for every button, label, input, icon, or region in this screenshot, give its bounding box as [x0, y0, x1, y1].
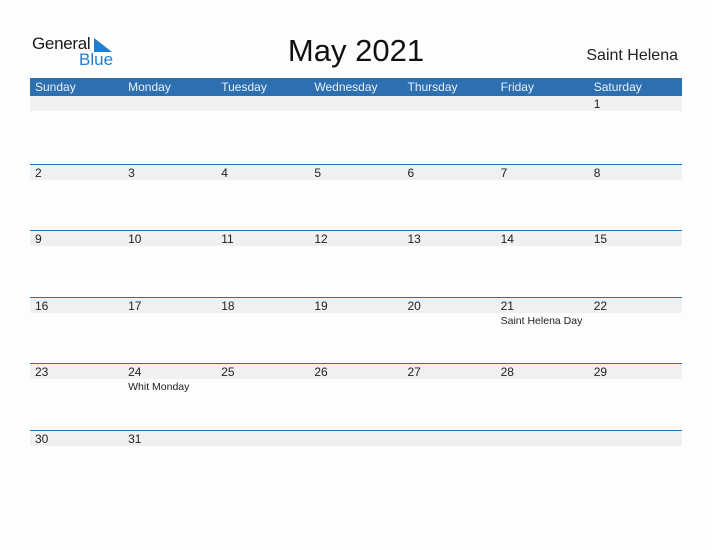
day-number: 22: [593, 299, 608, 313]
day-cell: 21 Saint Helena Day: [496, 298, 589, 365]
day-cell: 28: [496, 364, 589, 431]
day-cell: 10: [123, 231, 216, 298]
week-row: 2 3 4 5 6 7 8: [30, 164, 682, 232]
day-number: 18: [221, 299, 235, 313]
day-number: 12: [314, 232, 328, 246]
day-cell: 5: [309, 165, 402, 232]
day-number: 30: [35, 432, 49, 446]
day-number: 24: [128, 365, 142, 379]
day-cell: 12: [309, 231, 402, 298]
week-row: 16 17 18 19 20 21 Saint Helena Day 22: [30, 297, 682, 365]
day-number: 3: [128, 166, 135, 180]
day-number: 13: [407, 232, 421, 246]
day-cell: [309, 431, 402, 498]
day-cell: 26: [309, 364, 402, 431]
weekday-tuesday: Tuesday: [221, 80, 267, 94]
day-cell: [403, 431, 496, 498]
day-cell: [30, 96, 123, 163]
day-number: 5: [314, 166, 322, 180]
day-cell: 2: [30, 165, 123, 232]
week-cells: 30 31: [30, 431, 682, 498]
day-cell: 11: [216, 231, 309, 298]
day-cell: 20: [403, 298, 496, 365]
day-number: 16: [35, 299, 49, 313]
day-number: 31: [128, 432, 142, 446]
day-cell: 9: [30, 231, 123, 298]
day-number: 28: [500, 365, 514, 379]
day-cell: 16: [30, 298, 123, 365]
week-cells: 23 24 Whit Monday 25 26 27 28 29: [30, 364, 682, 431]
week-cells: 1: [30, 96, 682, 163]
weekday-friday: Friday: [500, 80, 534, 94]
day-number: 1: [593, 97, 601, 111]
day-number: 25: [221, 365, 235, 379]
day-number: 17: [128, 299, 142, 313]
weekday-monday: Monday: [128, 80, 171, 94]
day-cell: 23: [30, 364, 123, 431]
day-cell: 7: [496, 165, 589, 232]
day-number: 19: [314, 299, 328, 313]
day-number: 4: [221, 166, 228, 180]
day-cell: [309, 96, 402, 163]
holiday-label: Saint Helena Day: [500, 315, 583, 327]
week-row: 9 10 11 12 13 14 15: [30, 230, 682, 298]
week-cells: 2 3 4 5 6 7 8: [30, 165, 682, 232]
day-cell: 24 Whit Monday: [123, 364, 216, 431]
day-number: 2: [35, 166, 42, 180]
day-cell: 4: [216, 165, 309, 232]
weekday-header: Sunday Monday Tuesday Wednesday Thursday…: [30, 78, 682, 96]
day-cell: 13: [403, 231, 496, 298]
day-number: 20: [407, 299, 421, 313]
weekday-sunday: Sunday: [35, 80, 76, 94]
week-cells: 16 17 18 19 20 21 Saint Helena Day 22: [30, 298, 682, 365]
day-number: 14: [500, 232, 514, 246]
day-cell: [403, 96, 496, 163]
day-cell: 18: [216, 298, 309, 365]
week-row: 1: [30, 96, 682, 163]
day-cell: [216, 431, 309, 498]
day-cell: 14: [496, 231, 589, 298]
day-cell: [216, 96, 309, 163]
day-cell: 31: [123, 431, 216, 498]
week-row: 23 24 Whit Monday 25 26 27 28 29: [30, 363, 682, 431]
day-number: 29: [593, 365, 608, 379]
weekday-thursday: Thursday: [407, 80, 458, 94]
holiday-label: Whit Monday: [128, 381, 190, 393]
day-cell: [123, 96, 216, 163]
weekday-wednesday: Wednesday: [314, 80, 378, 94]
day-number: 27: [407, 365, 421, 379]
day-number: 8: [593, 166, 601, 180]
weekday-saturday: Saturday: [593, 80, 642, 94]
day-number: 9: [35, 232, 42, 246]
day-cell: 29: [589, 364, 682, 431]
day-cell: [589, 431, 682, 498]
day-cell: 15: [589, 231, 682, 298]
week-row: 30 31: [30, 430, 682, 498]
week-cells: 9 10 11 12 13 14 15: [30, 231, 682, 298]
day-cell: 17: [123, 298, 216, 365]
day-cell: 19: [309, 298, 402, 365]
day-cell: 27: [403, 364, 496, 431]
day-cell: 22: [589, 298, 682, 365]
day-cell: 3: [123, 165, 216, 232]
day-cell: 30: [30, 431, 123, 498]
day-cell: 6: [403, 165, 496, 232]
day-number: 7: [500, 166, 508, 180]
country-name: Saint Helena: [586, 47, 678, 64]
day-cell: 1: [589, 96, 682, 163]
day-number: 11: [221, 232, 234, 246]
day-number: 21: [500, 299, 514, 313]
day-cell: [496, 96, 589, 163]
day-number: 23: [35, 365, 49, 379]
day-cell: 8: [589, 165, 682, 232]
day-cell: 25: [216, 364, 309, 431]
day-number: 10: [128, 232, 142, 246]
day-number: 26: [314, 365, 328, 379]
day-cell: [496, 431, 589, 498]
day-number: 6: [407, 166, 415, 180]
day-number: 15: [593, 232, 608, 246]
